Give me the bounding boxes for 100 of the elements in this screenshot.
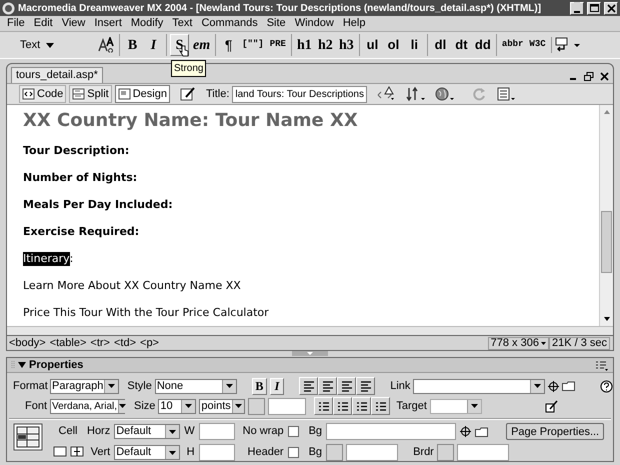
menu-item[interactable]: Modify — [130, 15, 164, 32]
edit-page-icon[interactable] — [178, 86, 197, 102]
options-menu-icon[interactable] — [595, 360, 609, 370]
dropdown[interactable]: Verdana, Arial, — [50, 398, 125, 414]
indent-icon — [374, 400, 387, 412]
align-right-icon — [340, 380, 353, 392]
input-field[interactable] — [268, 398, 306, 414]
minimize-button[interactable] — [570, 2, 584, 14]
splitter-handle-icon[interactable] — [292, 351, 328, 356]
view-options-icon[interactable] — [496, 86, 518, 102]
folder-icon[interactable] — [562, 381, 576, 391]
title-field[interactable]: land Tours: Tour Descriptions — [232, 86, 367, 103]
scroll-thumb[interactable] — [601, 211, 612, 274]
close-icon[interactable] — [600, 72, 609, 82]
view-tab[interactable]: Design — [114, 85, 170, 104]
toolbar-button[interactable]: dt — [452, 34, 471, 56]
input-field[interactable] — [198, 444, 235, 461]
dropdown[interactable] — [430, 398, 482, 414]
toolbar-button[interactable]: PRE — [268, 34, 288, 56]
view-tab[interactable]: Code — [19, 85, 66, 104]
toolbar-button[interactable]: ¶ — [219, 34, 238, 56]
toolbar-button[interactable]: dd — [472, 34, 493, 56]
caret-icon — [119, 404, 126, 408]
bullet-list-button[interactable] — [314, 397, 334, 415]
dropdown[interactable]: Default — [114, 424, 180, 439]
toolbar-button[interactable]: [""] — [240, 34, 266, 56]
dropdown[interactable]: Default — [114, 445, 180, 460]
dropdown[interactable]: 10 — [158, 398, 196, 414]
page-properties-button[interactable]: Page Properties... — [506, 423, 604, 440]
checkbox[interactable] — [288, 426, 299, 437]
checkbox[interactable] — [288, 447, 299, 458]
menu-item[interactable]: Commands — [201, 15, 258, 32]
menu-item[interactable]: Text — [172, 15, 192, 32]
tag-selector-item[interactable]: <tr> — [90, 335, 110, 352]
horizontal-scrollbar[interactable] — [7, 326, 613, 336]
tag-selector-item[interactable]: <p> — [140, 335, 159, 352]
category-dropdown[interactable]: Text — [20, 36, 95, 54]
outdent-button[interactable] — [352, 397, 372, 415]
toolbar-button[interactable]: dl — [430, 34, 450, 56]
numbered-list-button[interactable] — [333, 397, 352, 415]
toolbar-button[interactable]: h1 — [294, 34, 314, 56]
point-to-file-icon[interactable] — [548, 380, 560, 392]
dropdown[interactable]: None — [154, 378, 238, 394]
help-icon[interactable] — [600, 380, 614, 392]
window-size-dropdown[interactable]: 778 x 306 — [488, 336, 549, 350]
menu-item[interactable]: Edit — [34, 15, 53, 32]
menu-item[interactable]: File — [7, 15, 25, 32]
toolbar-button[interactable]: I — [144, 34, 163, 56]
character-icon[interactable] — [98, 37, 116, 54]
menu-item[interactable]: View — [62, 15, 86, 32]
toolbar-button[interactable]: ul — [362, 34, 382, 56]
dropdown[interactable] — [413, 378, 546, 394]
quick-edit-icon[interactable] — [544, 400, 558, 412]
input-field[interactable] — [326, 423, 456, 440]
close-button[interactable] — [604, 2, 618, 14]
dropdown[interactable]: Paragraph — [50, 378, 120, 394]
tag-selector-item[interactable]: <td> — [114, 335, 136, 352]
field-label: Bg — [308, 424, 322, 440]
restore-icon[interactable] — [584, 72, 594, 82]
toolbar-button[interactable]: ol — [384, 34, 403, 56]
align-left-button[interactable] — [299, 377, 318, 395]
input-field[interactable] — [456, 444, 509, 461]
tag-selector-item[interactable]: <table> — [50, 335, 86, 352]
color-picker-button[interactable] — [436, 444, 454, 461]
align-right-button[interactable] — [337, 377, 356, 395]
justify-button[interactable] — [356, 377, 376, 395]
toolbar-button[interactable]: B — [123, 34, 142, 56]
split-cell-icon[interactable] — [70, 444, 84, 458]
indent-button[interactable] — [371, 397, 390, 415]
menu-item[interactable]: Help — [342, 15, 366, 32]
toolbar-button[interactable]: em — [191, 34, 212, 56]
toolbar-button[interactable]: h3 — [336, 34, 356, 56]
maximize-button[interactable] — [587, 2, 601, 14]
toolbar-button[interactable]: W3C — [527, 34, 548, 56]
toolbar-button[interactable]: h2 — [316, 34, 335, 56]
merge-cells-icon[interactable] — [52, 444, 66, 458]
input-field[interactable] — [346, 444, 398, 461]
toolbar-button[interactable]: abbr — [500, 34, 526, 56]
align-center-button[interactable] — [318, 377, 338, 395]
expanded-triangle-icon[interactable] — [18, 362, 26, 368]
menu-item[interactable]: Window — [294, 15, 334, 32]
point-to-file-icon[interactable] — [460, 426, 472, 437]
document-tab[interactable]: tours_detail.asp* — [11, 67, 103, 84]
folder-icon[interactable] — [475, 426, 488, 436]
color-picker-button[interactable] — [248, 398, 266, 414]
bold-button[interactable]: B — [252, 378, 267, 394]
dropdown[interactable]: points — [199, 398, 246, 414]
globe-icon[interactable] — [434, 86, 456, 102]
menu-item[interactable]: Insert — [94, 15, 122, 32]
input-field[interactable] — [198, 423, 235, 440]
toolbar-button[interactable]: li — [404, 34, 424, 56]
menu-item[interactable]: Site — [266, 15, 286, 32]
field-label: Brdr — [413, 445, 434, 460]
tag-selector-item[interactable]: <body> — [9, 335, 46, 352]
color-picker-button[interactable] — [326, 444, 344, 461]
vertical-scrollbar[interactable] — [599, 105, 613, 326]
line-break-icon[interactable] — [554, 37, 581, 54]
italic-button[interactable]: I — [270, 378, 284, 394]
view-tab[interactable]: Split — [69, 85, 112, 104]
file-transfer-icon[interactable] — [404, 86, 427, 102]
